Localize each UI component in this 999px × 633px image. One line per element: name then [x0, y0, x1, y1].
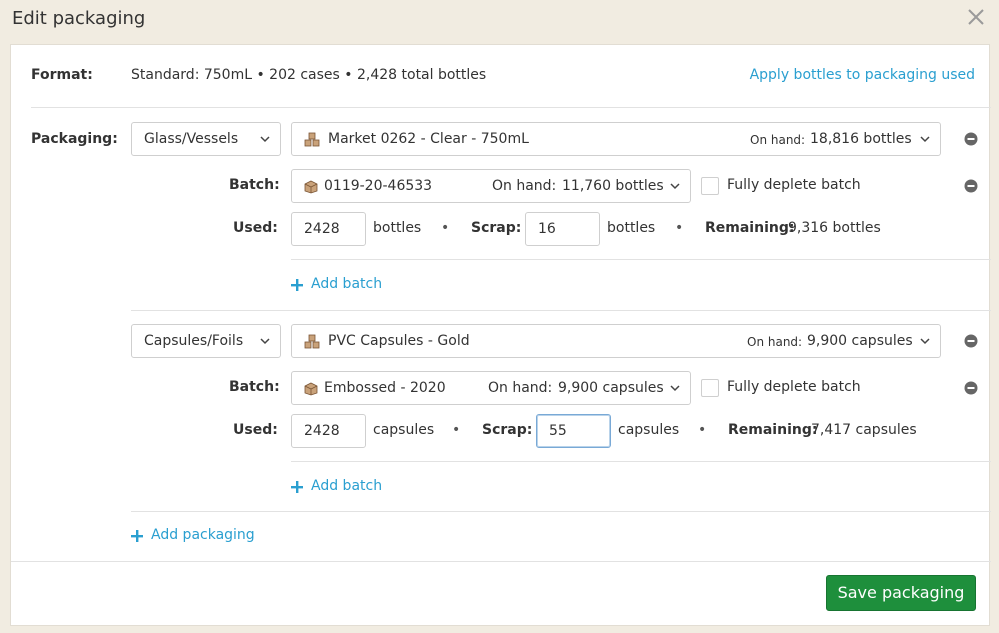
- item-onhand-value: 9,900 capsules: [807, 333, 913, 349]
- format-label: Format:: [31, 67, 93, 83]
- item-select-capsules[interactable]: PVC Capsules - Gold On hand: 9,900 capsu…: [291, 324, 941, 358]
- category-value: Capsules/Foils: [144, 333, 244, 349]
- chevron-down-icon: [260, 338, 270, 345]
- save-packaging-button[interactable]: Save packaging: [826, 575, 976, 611]
- fully-deplete-checkbox[interactable]: [701, 177, 719, 195]
- format-value: Standard: 750mL • 202 cases • 2,428 tota…: [131, 67, 487, 83]
- scrap-input[interactable]: 16: [525, 212, 600, 246]
- plus-icon: [131, 530, 143, 542]
- fully-deplete-checkbox[interactable]: [701, 379, 719, 397]
- item-select-glass[interactable]: Market 0262 - Clear - 750mL On hand: 18,…: [291, 122, 941, 156]
- chevron-down-icon: [670, 385, 680, 392]
- chevron-down-icon: [670, 183, 680, 190]
- divider: [291, 461, 991, 462]
- category-select-capsules[interactable]: Capsules/Foils: [131, 324, 281, 358]
- add-batch-link[interactable]: Add batch: [311, 478, 382, 494]
- footer-divider: [11, 561, 991, 562]
- divider: [291, 259, 991, 260]
- remaining-value: 7,417 capsules: [811, 422, 917, 438]
- onhand-label: On hand:: [747, 335, 803, 349]
- plus-icon: [291, 481, 303, 493]
- batch-onhand-value: 11,760 bottles: [562, 178, 664, 194]
- used-label: Used:: [233, 220, 278, 236]
- batch-label: Batch:: [229, 177, 280, 193]
- boxes-icon: [304, 334, 320, 349]
- batch-name: Embossed - 2020: [324, 380, 446, 396]
- chevron-down-icon: [920, 136, 930, 143]
- add-packaging-link[interactable]: Add packaging: [151, 527, 255, 543]
- remove-batch-icon[interactable]: [964, 179, 978, 193]
- dialog-header: Edit packaging: [0, 0, 999, 44]
- add-batch-link[interactable]: Add batch: [311, 276, 382, 292]
- scrap-input[interactable]: 55: [536, 414, 611, 448]
- batch-label: Batch:: [229, 379, 280, 395]
- item-name: Market 0262 - Clear - 750mL: [328, 131, 529, 147]
- apply-bottles-link[interactable]: Apply bottles to packaging used: [750, 67, 975, 83]
- bullet-separator: •: [698, 422, 707, 438]
- remove-batch-icon[interactable]: [964, 381, 978, 395]
- onhand-label: On hand:: [488, 380, 553, 396]
- category-value: Glass/Vessels: [144, 131, 239, 147]
- remaining-label: Remaining:: [728, 422, 818, 438]
- used-unit: capsules: [373, 422, 435, 438]
- close-icon[interactable]: [963, 4, 989, 30]
- remaining-label: Remaining:: [705, 220, 795, 236]
- batch-onhand-value: 9,900 capsules: [558, 380, 664, 396]
- fully-deplete-label: Fully deplete batch: [727, 177, 861, 193]
- batch-select-glass[interactable]: 0119-20-46533 On hand: 11,760 bottles: [291, 169, 691, 203]
- remaining-value: 9,316 bottles: [788, 220, 881, 236]
- bullet-separator: •: [441, 220, 450, 236]
- scrap-unit: capsules: [618, 422, 680, 438]
- used-input[interactable]: 2428: [291, 212, 366, 246]
- dialog-title: Edit packaging: [12, 8, 146, 29]
- chevron-down-icon: [260, 136, 270, 143]
- divider: [31, 107, 991, 108]
- divider: [131, 310, 991, 311]
- scrap-label: Scrap:: [471, 220, 522, 236]
- scrap-unit: bottles: [607, 220, 656, 236]
- item-name: PVC Capsules - Gold: [328, 333, 470, 349]
- bullet-separator: •: [675, 220, 684, 236]
- remove-packaging-icon[interactable]: [964, 132, 978, 146]
- chevron-down-icon: [920, 338, 930, 345]
- onhand-label: On hand:: [492, 178, 557, 194]
- used-input[interactable]: 2428: [291, 414, 366, 448]
- remove-packaging-icon[interactable]: [964, 334, 978, 348]
- fully-deplete-label: Fully deplete batch: [727, 379, 861, 395]
- box-icon: [304, 180, 318, 194]
- dialog-body: Format: Standard: 750mL • 202 cases • 2,…: [10, 44, 991, 626]
- batch-name: 0119-20-46533: [324, 178, 433, 194]
- bullet-separator: •: [452, 422, 461, 438]
- scrap-label: Scrap:: [482, 422, 533, 438]
- plus-icon: [291, 279, 303, 291]
- category-select-glass[interactable]: Glass/Vessels: [131, 122, 281, 156]
- item-onhand-value: 18,816 bottles: [810, 131, 912, 147]
- used-unit: bottles: [373, 220, 422, 236]
- batch-select-capsules[interactable]: Embossed - 2020 On hand: 9,900 capsules: [291, 371, 691, 405]
- box-icon: [304, 382, 318, 396]
- onhand-label: On hand:: [750, 133, 806, 147]
- boxes-icon: [304, 132, 320, 147]
- packaging-label: Packaging:: [31, 131, 118, 147]
- used-label: Used:: [233, 422, 278, 438]
- divider: [131, 511, 991, 512]
